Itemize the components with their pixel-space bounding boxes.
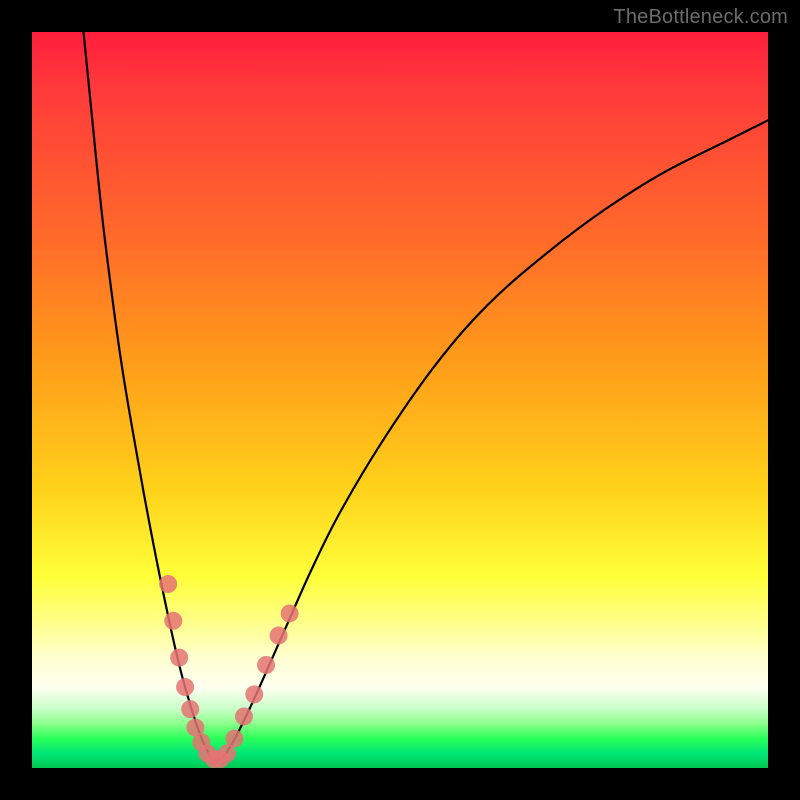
marker-dot (181, 700, 199, 718)
marker-dot (176, 678, 194, 696)
marker-dot (170, 649, 188, 667)
marker-dot (164, 612, 182, 630)
chart-svg (32, 32, 768, 768)
marker-dot (159, 575, 177, 593)
marker-dot (270, 627, 288, 645)
marker-dot (225, 730, 243, 748)
marker-dot (235, 707, 253, 725)
marker-dot (245, 685, 263, 703)
series-bottleneck-curve (84, 32, 768, 761)
curve-layer (84, 32, 768, 761)
chart-frame: TheBottleneck.com (0, 0, 800, 800)
marker-dot (281, 604, 299, 622)
marker-dot (257, 656, 275, 674)
plot-area (32, 32, 768, 768)
watermark-text: TheBottleneck.com (613, 6, 788, 29)
